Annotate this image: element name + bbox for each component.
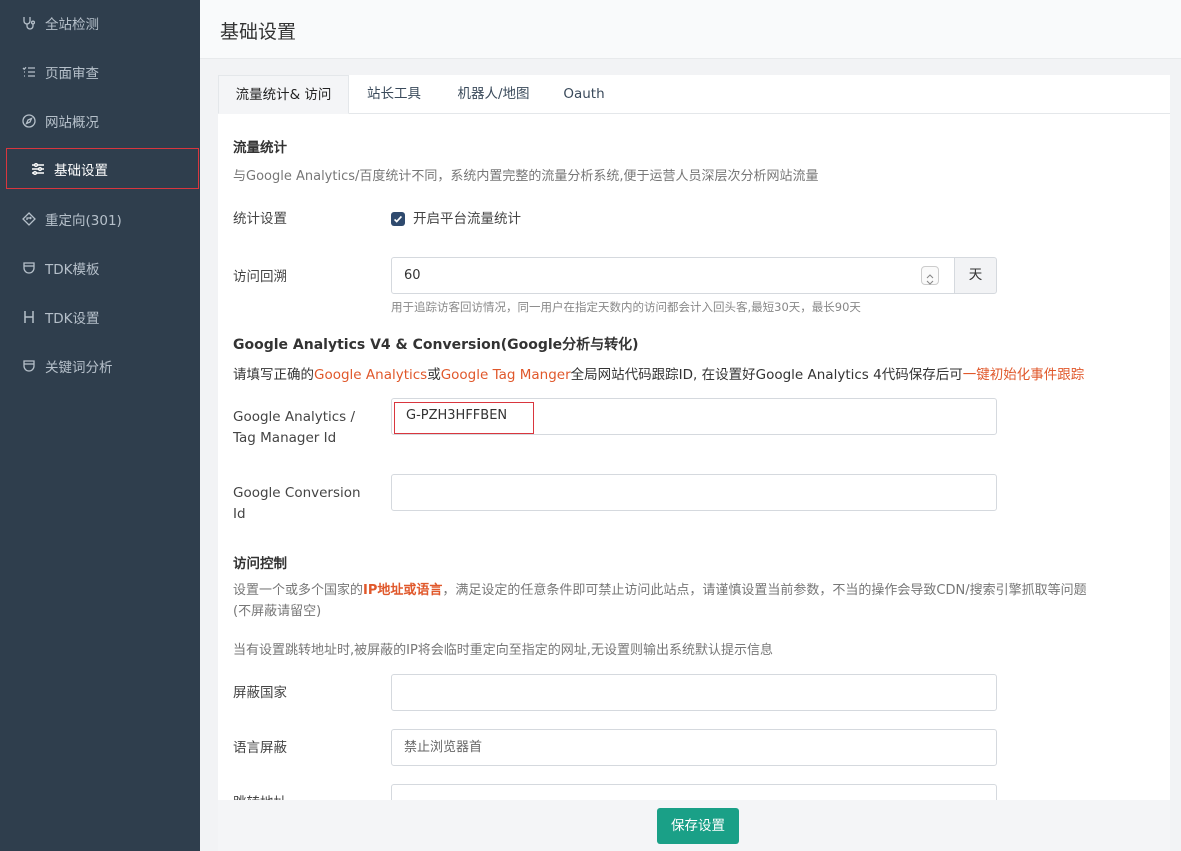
number-spinner[interactable] bbox=[921, 266, 939, 285]
tab-webmaster-tools[interactable]: 站长工具 bbox=[354, 75, 434, 114]
sidebar-item-site-overview[interactable]: 网站概况 bbox=[0, 101, 200, 141]
stat-enable-label[interactable]: 开启平台流量统计 bbox=[413, 209, 521, 230]
sidebar-item-label: 全站检测 bbox=[45, 17, 99, 33]
conversion-id-label: Google Conversion Id bbox=[233, 483, 361, 525]
conversion-id-input[interactable] bbox=[391, 474, 997, 511]
stat-settings-label: 统计设置 bbox=[233, 211, 287, 227]
shield-icon bbox=[22, 359, 36, 373]
checkmark-icon bbox=[393, 215, 403, 223]
settings-card: 流量统计& 访问 站长工具 机器人/地图 Oauth 流量统计 与Google … bbox=[218, 75, 1170, 851]
tab-traffic-access[interactable]: 流量统计& 访问 bbox=[218, 75, 349, 114]
sidebar-item-keyword-analysis[interactable]: 关键词分析 bbox=[0, 346, 200, 386]
tab-robots-sitemap[interactable]: 机器人/地图 bbox=[446, 75, 541, 114]
block-country-label: 屏蔽国家 bbox=[233, 685, 287, 701]
conversion-id-label-line: Google Conversion bbox=[233, 485, 361, 501]
stat-enable-checkbox[interactable] bbox=[391, 212, 405, 226]
top-bar: 基础设置 bbox=[200, 0, 1181, 59]
ga-section-title: Google Analytics V4 & Conversion(Google分… bbox=[233, 337, 639, 353]
sidebar-item-label: TDK模板 bbox=[45, 262, 100, 278]
ga-id-value-highlight: G-PZH3HFFBEN bbox=[394, 402, 534, 434]
footer-bar: 保存设置 bbox=[218, 800, 1170, 851]
spinner-arrows-icon bbox=[926, 274, 934, 285]
days-unit-addon: 天 bbox=[954, 257, 997, 294]
shield-icon bbox=[22, 261, 36, 275]
jump-url-label: 跳转地址 bbox=[233, 793, 287, 800]
compass-icon bbox=[22, 114, 36, 128]
conversion-id-label-line: Id bbox=[233, 506, 246, 522]
redirect-note: 当有设置跳转地址时,被屏蔽的IP将会临时重定向至指定的网址,无设置则输出系统默认… bbox=[233, 643, 773, 658]
heading-icon bbox=[22, 310, 36, 324]
sidebar-item-page-review[interactable]: 页面审查 bbox=[0, 52, 200, 92]
list-check-icon bbox=[22, 65, 36, 79]
save-settings-button[interactable]: 保存设置 bbox=[657, 808, 739, 844]
block-country-input[interactable] bbox=[391, 674, 997, 711]
access-desc-text: ，满足设定的任意条件即可禁止访问此站点，请谨慎设置当前参数，不当的操作会导致CD… bbox=[442, 583, 1087, 598]
ga-desc-text: 全局网站代码跟踪ID, 在设置好Google Analytics 4代码保存后可 bbox=[570, 367, 963, 383]
ga-id-label-line: Tag Manager Id bbox=[233, 430, 337, 446]
sidebar-item-label: 基础设置 bbox=[54, 162, 108, 179]
ga-desc-text: 或 bbox=[427, 367, 441, 383]
jump-url-input[interactable] bbox=[391, 784, 997, 800]
ga-link[interactable]: Google Analytics bbox=[314, 367, 427, 383]
ga-id-label: Google Analytics / Tag Manager Id bbox=[233, 407, 355, 449]
traffic-description: 与Google Analytics/百度统计不同，系统内置完整的流量分析系统,便… bbox=[233, 169, 819, 184]
access-desc-highlight: IP地址或语言 bbox=[363, 583, 443, 598]
tab-oauth[interactable]: Oauth bbox=[554, 75, 614, 114]
sidebar-item-redirect[interactable]: 重定向(301) bbox=[0, 199, 200, 239]
diamond-arrow-icon bbox=[22, 212, 36, 226]
revisit-days-input[interactable]: 60 bbox=[391, 257, 956, 294]
sidebar-item-tdk-settings[interactable]: TDK设置 bbox=[0, 297, 200, 337]
access-section-title: 访问控制 bbox=[233, 556, 287, 572]
revisit-label: 访问回溯 bbox=[233, 269, 287, 285]
sidebar-item-label: 重定向(301) bbox=[45, 213, 122, 229]
revisit-days-value: 60 bbox=[404, 268, 421, 283]
ga-id-label-line: Google Analytics / bbox=[233, 409, 356, 425]
sliders-icon bbox=[31, 162, 45, 176]
sidebar-item-label: 页面审查 bbox=[45, 66, 99, 82]
sidebar: 全站检测 页面审查 网站概况 基础设置 重定向(301) TDK模板 TDK设置… bbox=[0, 0, 200, 851]
page-title: 基础设置 bbox=[220, 21, 297, 43]
sidebar-item-site-check[interactable]: 全站检测 bbox=[0, 3, 200, 43]
access-description: 设置一个或多个国家的IP地址或语言，满足设定的任意条件即可禁止访问此站点，请谨慎… bbox=[233, 580, 1163, 622]
sidebar-item-basic-settings[interactable]: 基础设置 bbox=[6, 148, 199, 189]
ga-desc-text: 请填写正确的 bbox=[233, 367, 314, 383]
traffic-section-title: 流量统计 bbox=[233, 140, 287, 156]
sidebar-item-label: TDK设置 bbox=[45, 311, 100, 327]
block-language-input[interactable]: 禁止浏览器首 bbox=[391, 729, 997, 766]
init-event-tracking-link[interactable]: 一键初始化事件跟踪 bbox=[963, 367, 1085, 383]
tab-bar: 流量统计& 访问 站长工具 机器人/地图 Oauth bbox=[218, 75, 1170, 114]
stethoscope-icon bbox=[22, 16, 36, 30]
sidebar-item-label: 网站概况 bbox=[45, 115, 99, 131]
block-language-label: 语言屏蔽 bbox=[233, 740, 287, 756]
access-desc-text: 设置一个或多个国家的 bbox=[233, 583, 364, 598]
sidebar-item-label: 关键词分析 bbox=[45, 360, 113, 376]
sidebar-item-tdk-template[interactable]: TDK模板 bbox=[0, 248, 200, 288]
gtm-link[interactable]: Google Tag Manger bbox=[441, 367, 571, 383]
access-desc-text: (不屏蔽请留空) bbox=[233, 604, 322, 619]
revisit-help-text: 用于追踪访客回访情况，同一用户在指定天数内的访问都会计入回头客,最短30天，最长… bbox=[391, 300, 861, 314]
ga-description: 请填写正确的Google Analytics或Google Tag Manger… bbox=[233, 363, 1084, 383]
